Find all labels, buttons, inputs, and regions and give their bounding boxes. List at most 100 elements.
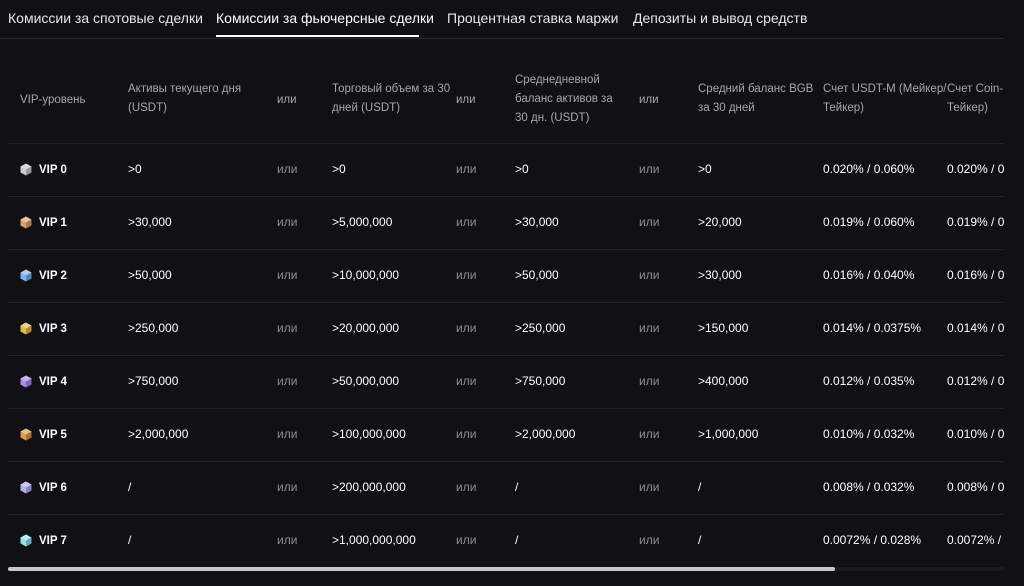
- vip-level-label: VIP 3: [39, 322, 67, 335]
- cell-or: или: [639, 480, 660, 494]
- table-row: VIP 4 >750,000 или >50,000,000 или >750,000 ил…: [8, 355, 1004, 409]
- cell-bgb-balance: >1,000,000: [698, 427, 759, 441]
- table-row: VIP 7 / или >1,000,000,000 или / или / 0.0072% /…: [8, 514, 1004, 567]
- cell-assets: /: [128, 533, 132, 547]
- tab-deposits-withdrawals[interactable]: Депозиты и вывод средств: [633, 10, 807, 26]
- fee-schedule-page: Комиссии за спотовые сделки Комиссии за …: [0, 0, 1024, 586]
- cell-avg-assets: >2,000,000: [515, 427, 576, 441]
- cell-or: или: [277, 533, 298, 547]
- header-or-1: или: [277, 94, 297, 106]
- table-row: VIP 1 >30,000 или >5,000,000 или >30,000 или >2…: [8, 196, 1004, 250]
- vip-level-cell: VIP 0: [20, 143, 67, 196]
- cell-usdt-m-fee: 0.012% / 0.035%: [823, 374, 915, 388]
- header-usdt-m: Счет USDT-M (Мейкер/ Тейкер): [823, 83, 947, 114]
- cell-volume: >0: [332, 162, 346, 176]
- cell-or: или: [456, 162, 477, 176]
- header-vip-level: VIP-уровень: [20, 94, 86, 106]
- cell-bgb-balance: >20,000: [698, 215, 742, 229]
- cube-icon: [20, 216, 32, 229]
- cell-volume: >50,000,000: [332, 374, 400, 388]
- table-row: VIP 5 >2,000,000 или >100,000,000 или >2,000,…: [8, 408, 1004, 462]
- cell-avg-assets: >50,000: [515, 268, 559, 282]
- vip-level-cell: VIP 6: [20, 461, 67, 514]
- cell-avg-assets: >750,000: [515, 374, 566, 388]
- cell-or: или: [277, 480, 298, 494]
- cell-avg-assets: /: [515, 480, 519, 494]
- cell-avg-assets: >250,000: [515, 321, 566, 335]
- cell-coin-m-fee: 0.010% / 0.(: [947, 427, 1004, 441]
- header-bgb-balance: Средний баланс BGB за 30 дней: [698, 83, 814, 114]
- cell-or: или: [277, 427, 298, 441]
- fee-table-viewport[interactable]: VIP-уровень Активы текущего дня (USDT) и…: [8, 39, 1004, 567]
- cell-bgb-balance: /: [698, 480, 702, 494]
- cell-coin-m-fee: 0.0072% / (: [947, 533, 1004, 547]
- table-row: VIP 0 >0 или >0 или >0 или >0 0.020% / 0.060% 0.0…: [8, 143, 1004, 197]
- header-assets: Активы текущего дня (USDT): [128, 83, 242, 114]
- vip-level-label: VIP 1: [39, 216, 67, 229]
- cell-or: или: [456, 215, 477, 229]
- tab-margin-rate[interactable]: Процентная ставка маржи: [447, 10, 618, 26]
- cell-coin-m-fee: 0.008% / 0.(: [947, 480, 1004, 494]
- header-volume: Торговый объем за 30 дней (USDT): [332, 83, 451, 114]
- cell-or: или: [456, 427, 477, 441]
- cell-avg-assets: >0: [515, 162, 529, 176]
- header-avg-assets: Среднедневной баланс активов за 30 дн. (…: [515, 74, 613, 124]
- cell-avg-assets: /: [515, 533, 519, 547]
- cube-icon: [20, 163, 32, 176]
- vip-level-label: VIP 0: [39, 163, 67, 176]
- table-row: VIP 6 / или >200,000,000 или / или / 0.008% / 0.…: [8, 461, 1004, 515]
- vip-level-cell: VIP 5: [20, 408, 67, 461]
- cell-assets: >0: [128, 162, 142, 176]
- vip-level-cell: VIP 4: [20, 355, 67, 408]
- cube-icon: [20, 269, 32, 282]
- header-or-2: или: [456, 94, 476, 106]
- cell-coin-m-fee: 0.012% / 0.(: [947, 374, 1004, 388]
- cell-volume: >100,000,000: [332, 427, 406, 441]
- cell-assets: >250,000: [128, 321, 179, 335]
- cell-avg-assets: >30,000: [515, 215, 559, 229]
- cell-or: или: [639, 533, 660, 547]
- tab-futures-fees[interactable]: Комиссии за фьючерсные сделки: [216, 10, 434, 26]
- cell-volume: >10,000,000: [332, 268, 400, 282]
- cube-icon: [20, 322, 32, 335]
- fee-table: VIP-уровень Активы текущего дня (USDT) и…: [8, 39, 1004, 567]
- cell-bgb-balance: /: [698, 533, 702, 547]
- cell-usdt-m-fee: 0.0072% / 0.028%: [823, 533, 922, 547]
- vip-level-cell: VIP 7: [20, 514, 67, 567]
- active-tab-indicator: [216, 35, 419, 37]
- table-header: VIP-уровень Активы текущего дня (USDT) и…: [8, 39, 1004, 144]
- header-or-3: или: [639, 94, 659, 106]
- cell-or: или: [639, 374, 660, 388]
- vip-level-label: VIP 5: [39, 428, 67, 441]
- table-row: VIP 2 >50,000 или >10,000,000 или >50,000 или >…: [8, 249, 1004, 303]
- cell-usdt-m-fee: 0.020% / 0.060%: [823, 162, 915, 176]
- vip-level-label: VIP 4: [39, 375, 67, 388]
- vip-level-cell: VIP 3: [20, 302, 67, 355]
- cell-usdt-m-fee: 0.008% / 0.032%: [823, 480, 915, 494]
- cell-coin-m-fee: 0.014% / 0.(: [947, 321, 1004, 335]
- cube-icon: [20, 534, 32, 547]
- cell-volume: >20,000,000: [332, 321, 400, 335]
- cell-volume: >1,000,000,000: [332, 533, 416, 547]
- tab-spot-fees[interactable]: Комиссии за спотовые сделки: [8, 10, 203, 26]
- cell-volume: >5,000,000: [332, 215, 393, 229]
- cell-coin-m-fee: 0.020% / 0.(: [947, 162, 1004, 176]
- vip-level-cell: VIP 1: [20, 196, 67, 249]
- cell-or: или: [639, 162, 660, 176]
- cell-assets: >30,000: [128, 215, 172, 229]
- cell-bgb-balance: >400,000: [698, 374, 749, 388]
- cell-usdt-m-fee: 0.016% / 0.040%: [823, 268, 915, 282]
- cell-coin-m-fee: 0.019% / 0.(: [947, 215, 1004, 229]
- cell-bgb-balance: >30,000: [698, 268, 742, 282]
- cell-or: или: [277, 268, 298, 282]
- cell-or: или: [456, 268, 477, 282]
- cube-icon: [20, 481, 32, 494]
- cell-or: или: [456, 533, 477, 547]
- horizontal-scrollbar-thumb[interactable]: [8, 567, 835, 571]
- cube-icon: [20, 428, 32, 441]
- cell-or: или: [639, 215, 660, 229]
- cell-or: или: [639, 427, 660, 441]
- header-coin-m: Счет Coin- Тейкер): [947, 83, 1004, 114]
- tab-bar: Комиссии за спотовые сделки Комиссии за …: [0, 0, 1004, 39]
- cell-or: или: [277, 374, 298, 388]
